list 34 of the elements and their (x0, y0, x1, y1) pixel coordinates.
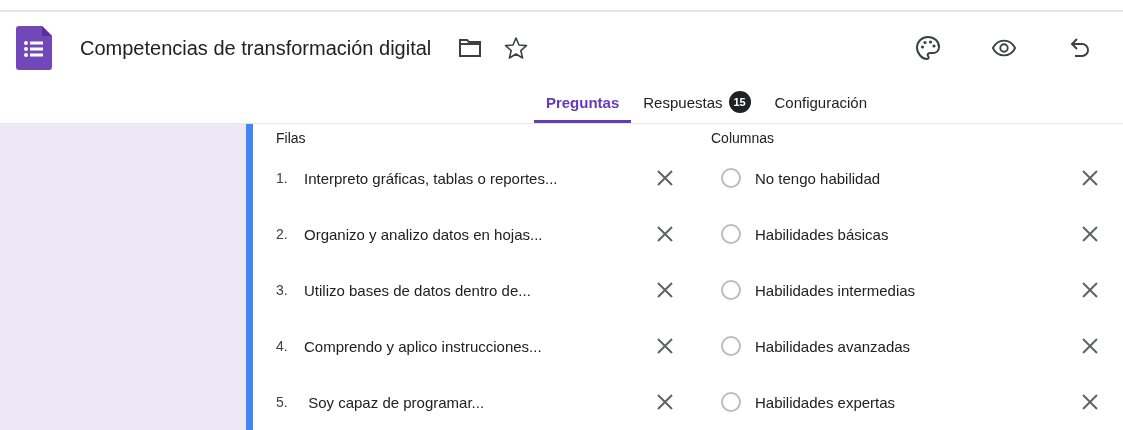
close-icon (1081, 225, 1099, 243)
close-icon (656, 337, 674, 355)
row-number: 2. (276, 226, 289, 242)
tab[interactable]: Configuración (762, 84, 880, 123)
row-label[interactable]: Soy capaz de programar... (304, 393, 485, 411)
close-icon (1081, 337, 1099, 355)
column-label[interactable]: Habilidades avanzadas (755, 337, 911, 355)
row-label[interactable]: Organizo y analizo datos en hojas... (304, 225, 543, 243)
close-icon (656, 225, 674, 243)
column-label[interactable]: Habilidades intermedias (755, 281, 916, 299)
close-icon (1081, 393, 1099, 411)
row-label[interactable]: Interpreto gráficas, tablas o reportes... (304, 169, 558, 187)
forms-logo-icon (16, 26, 52, 71)
form-title[interactable]: Competencias de transformación digital (80, 36, 432, 60)
column-label[interactable]: Habilidades expertas (755, 393, 896, 411)
row-number: 1. (276, 170, 289, 186)
tab[interactable]: Respuestas 15 (631, 84, 763, 123)
row-label[interactable]: Utilizo bases de datos dentro de... (304, 281, 531, 299)
columns-heading: Columnas (711, 130, 775, 148)
close-icon (656, 281, 674, 299)
count-badge: 15 (728, 91, 751, 114)
palette-icon[interactable] (915, 35, 941, 62)
close-icon (656, 169, 674, 187)
row-number: 3. (276, 282, 289, 298)
close-icon (1081, 169, 1099, 187)
star-icon[interactable] (503, 35, 530, 62)
rows-heading: Filas (276, 130, 306, 148)
close-icon (656, 393, 674, 411)
column-label[interactable]: Habilidades básicas (755, 225, 889, 243)
row-number: 4. (276, 338, 289, 354)
column-label[interactable]: No tengo habilidad (755, 169, 881, 187)
row-number: 5. (276, 394, 289, 410)
close-icon (1081, 281, 1099, 299)
row-label[interactable]: Comprendo y aplico instrucciones... (304, 337, 542, 355)
